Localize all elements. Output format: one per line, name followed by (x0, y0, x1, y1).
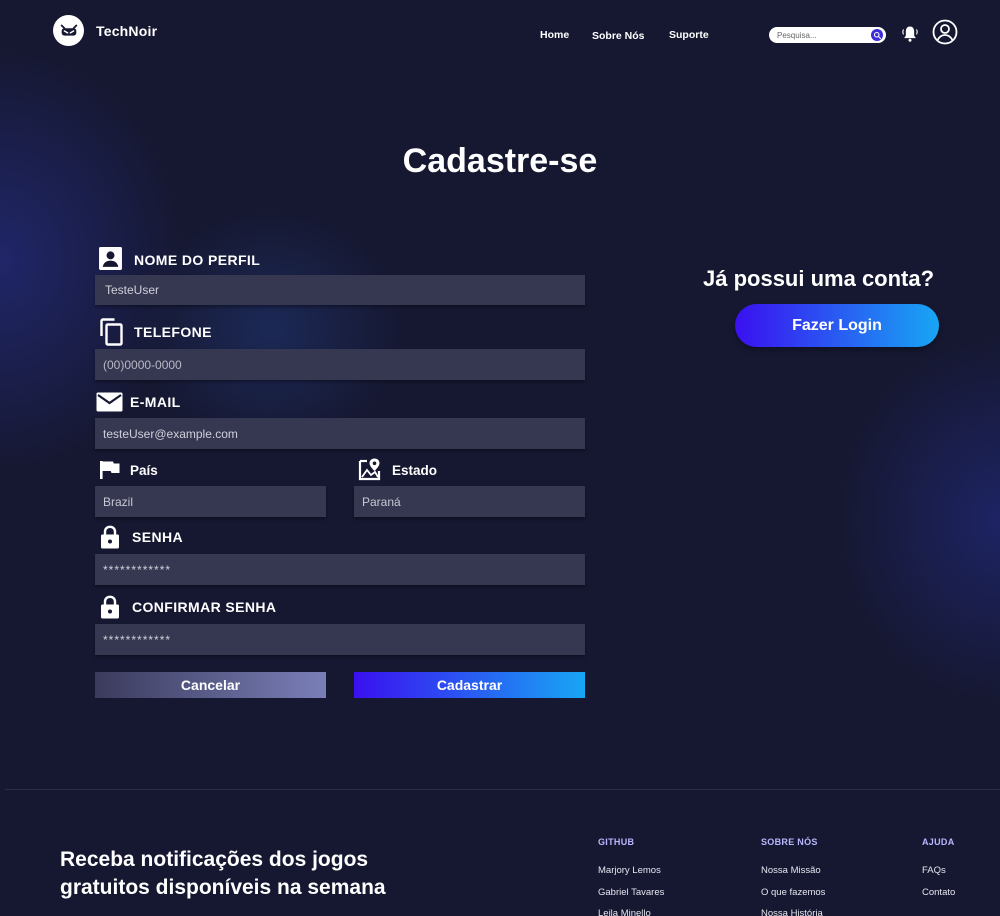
state-field[interactable] (354, 486, 585, 517)
phone-field[interactable] (95, 349, 585, 380)
country-field[interactable] (95, 486, 326, 517)
submit-button[interactable]: Cadastrar (354, 672, 585, 698)
user-circle-icon[interactable] (932, 19, 958, 45)
lock-icon (101, 525, 119, 549)
phone-label: TELEFONE (134, 324, 212, 340)
mail-icon (96, 392, 123, 412)
footer-github-title: GITHUB (598, 837, 635, 847)
newsletter-line-1: Receba notificações dos jogos (60, 848, 369, 871)
lock-icon (101, 595, 119, 619)
footer-divider (5, 789, 1000, 790)
email-label-row: E-MAIL (96, 392, 181, 412)
page-title: Cadastre-se (402, 142, 598, 180)
login-button[interactable]: Fazer Login (735, 304, 939, 347)
phone-label-row: TELEFONE (98, 318, 212, 346)
country-label: País (130, 462, 158, 478)
footer-link[interactable]: Gabriel Tavares (598, 887, 664, 898)
footer-link[interactable]: Leila Minello (598, 908, 651, 916)
footer-link[interactable]: Contato (922, 887, 955, 898)
email-label: E-MAIL (130, 394, 181, 410)
page-background (0, 0, 1000, 916)
footer-link[interactable]: Nossa História (761, 908, 823, 916)
password-label: SENHA (132, 529, 184, 545)
newsletter-line-2: gratuitos disponíveis na semana (60, 876, 386, 899)
brand-logo[interactable]: TechNoir (53, 15, 157, 46)
confirm-password-label: CONFIRMAR SENHA (132, 599, 277, 615)
bell-icon[interactable] (900, 24, 920, 44)
logo-mark-icon (53, 15, 84, 46)
password-label-row: SENHA (100, 525, 183, 549)
footer-link[interactable]: O que fazemos (761, 887, 825, 898)
password-field[interactable] (95, 554, 585, 585)
footer-link[interactable]: Marjory Lemos (598, 865, 661, 876)
profile-name-label: NOME DO PERFIL (134, 252, 261, 268)
country-label-row: País (99, 460, 158, 480)
cancel-button[interactable]: Cancelar (95, 672, 326, 698)
map-pin-icon (358, 458, 381, 481)
confirm-password-field[interactable] (95, 624, 585, 655)
profile-card-icon (99, 247, 122, 270)
search-icon (873, 31, 881, 39)
footer-link[interactable]: FAQs (922, 865, 946, 876)
footer-about-title: SOBRE NÓS (761, 837, 818, 847)
footer-help-title: AJUDA (922, 837, 955, 847)
confirm-password-label-row: CONFIRMAR SENHA (100, 595, 276, 619)
brand-name: TechNoir (96, 22, 158, 39)
state-label-row: Estado (358, 457, 437, 481)
email-field[interactable] (95, 418, 585, 449)
flag-icon (100, 461, 120, 479)
newsletter-heading: Receba notificações dos jogos gratuitos … (60, 846, 460, 902)
phone-copy-icon (100, 318, 123, 346)
nav-sobre-nos[interactable]: Sobre Nós (592, 30, 645, 42)
login-question: Já possui uma conta? (703, 266, 935, 291)
nav-suporte[interactable]: Suporte (669, 29, 709, 41)
search-button[interactable] (871, 29, 883, 41)
state-label: Estado (392, 463, 438, 478)
profile-name-label-row: NOME DO PERFIL (98, 246, 260, 271)
profile-name-field[interactable] (95, 275, 585, 305)
nav-home[interactable]: Home (540, 29, 569, 41)
search-bar (769, 27, 886, 43)
footer-link[interactable]: Nossa Missão (761, 865, 821, 876)
search-input[interactable] (777, 30, 865, 40)
